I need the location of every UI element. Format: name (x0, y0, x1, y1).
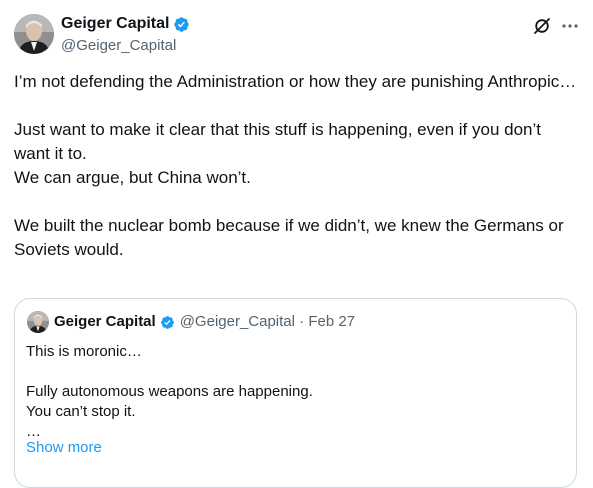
verified-badge-icon (173, 16, 190, 33)
quoted-paragraph: Fully autonomous weapons are happening. (26, 383, 313, 400)
quoted-author-name[interactable]: Geiger Capital (54, 312, 156, 332)
tweet-paragraph: Just want to make it clear that this stu… (14, 120, 541, 163)
grok-icon[interactable] (533, 17, 551, 35)
tweet-text: I’m not defending the Administration or … (14, 70, 579, 262)
quoted-author-avatar[interactable] (27, 311, 49, 333)
quoted-tweet[interactable]: Geiger Capital @Geiger_Capital · Feb 27 … (14, 298, 577, 488)
tweet-paragraph: I’m not defending the Administration or … (14, 72, 577, 91)
tweet-card: Geiger Capital @Geiger_Capital I’m not d… (0, 0, 593, 488)
quoted-header: Geiger Capital @Geiger_Capital · Feb 27 (54, 312, 355, 332)
quoted-text: This is moronic… Fully autonomous weapon… (26, 342, 566, 442)
verified-badge-icon (160, 315, 175, 330)
quoted-handle-and-date[interactable]: @Geiger_Capital · Feb 27 (180, 312, 355, 332)
show-more-link[interactable]: Show more (26, 438, 102, 458)
author-display-name[interactable]: Geiger Capital (61, 14, 169, 34)
quoted-paragraph: You can’t stop it. (26, 403, 136, 420)
more-horizontal-icon[interactable] (560, 16, 580, 36)
author-name-row: Geiger Capital (61, 14, 190, 34)
author-avatar[interactable] (14, 14, 54, 54)
tweet-paragraph: We built the nuclear bomb because if we … (14, 216, 564, 259)
author-handle[interactable]: @Geiger_Capital (61, 36, 176, 56)
quoted-paragraph: … (26, 423, 41, 440)
quoted-paragraph: This is moronic… (26, 343, 142, 360)
tweet-paragraph: We can argue, but China won’t. (14, 168, 251, 187)
